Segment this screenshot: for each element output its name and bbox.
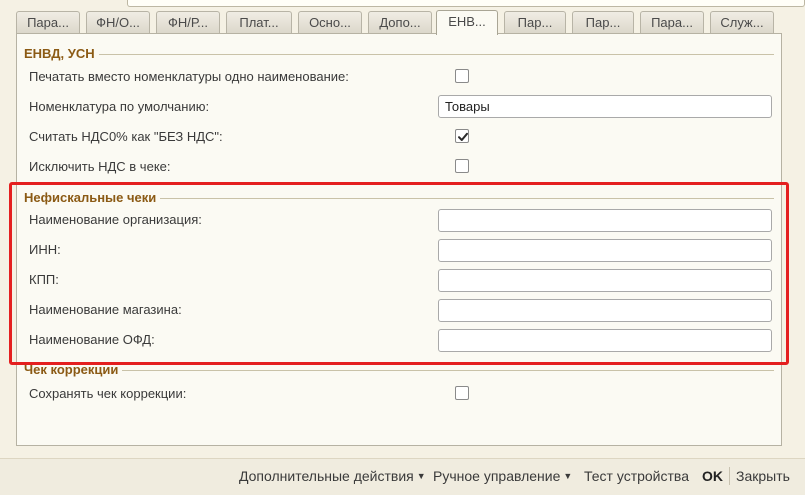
highlight-frame <box>9 182 789 365</box>
tab-additional[interactable]: Допо... <box>368 11 432 33</box>
group-divider-correction <box>24 370 774 371</box>
more-actions-label: Дополнительные действия <box>239 468 414 484</box>
tab-params-4[interactable]: Пара... <box>640 11 704 33</box>
save-correction-checkbox[interactable] <box>455 386 469 400</box>
tab-payments[interactable]: Плат... <box>226 11 292 33</box>
tab-service[interactable]: Служ... <box>710 11 774 33</box>
vat0-label: Считать НДС0% как "БЕЗ НДС": <box>29 129 223 144</box>
tab-params-3[interactable]: Пар... <box>572 11 634 33</box>
save-correction-label: Сохранять чек коррекции: <box>29 386 187 401</box>
more-actions-button[interactable]: Дополнительные действия ▼ <box>239 468 426 484</box>
ok-button[interactable]: OK <box>702 468 723 484</box>
tab-fn-r[interactable]: ФН/Р... <box>156 11 220 33</box>
print-instead-label: Печатать вместо номенклатуры одно наимен… <box>29 69 349 84</box>
tab-main[interactable]: Осно... <box>298 11 362 33</box>
triangle-down-icon: ▼ <box>416 471 426 481</box>
command-separator <box>729 467 730 485</box>
group-divider-envd <box>24 54 774 55</box>
manual-control-button[interactable]: Ручное управление ▼ <box>433 468 572 484</box>
test-device-button[interactable]: Тест устройства <box>584 468 689 484</box>
tab-envd[interactable]: ЕНВ... <box>436 10 498 35</box>
exclude-vat-label: Исключить НДС в чеке: <box>29 159 171 174</box>
close-button[interactable]: Закрыть <box>736 468 790 484</box>
default-nomenclature-input[interactable]: Товары <box>438 95 772 118</box>
print-instead-checkbox[interactable] <box>455 69 469 83</box>
tab-params-1[interactable]: Пара... <box>16 11 80 33</box>
check-icon <box>458 132 468 141</box>
default-nomenclature-label: Номенклатура по умолчанию: <box>29 99 210 114</box>
exclude-vat-checkbox[interactable] <box>455 159 469 173</box>
header-field-edge <box>127 0 805 7</box>
tab-fn-o[interactable]: ФН/О... <box>86 11 150 33</box>
tab-params-2[interactable]: Пар... <box>504 11 566 33</box>
triangle-down-icon: ▼ <box>563 471 573 481</box>
vat0-checkbox[interactable] <box>455 129 469 143</box>
manual-control-label: Ручное управление <box>433 468 561 484</box>
group-title-envd: ЕНВД, УСН <box>24 46 99 61</box>
